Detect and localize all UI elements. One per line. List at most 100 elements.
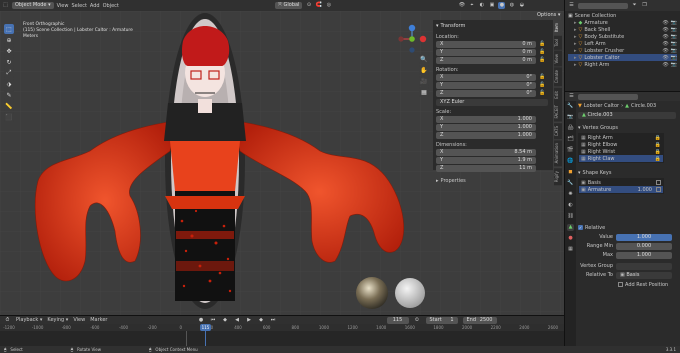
render-toggle-icon[interactable]: 📷 bbox=[671, 20, 677, 26]
measure-tool-icon[interactable]: 📏 bbox=[4, 101, 14, 111]
pivot-icon[interactable]: ⊙ bbox=[305, 2, 312, 9]
value-slider[interactable]: 1.000 bbox=[616, 233, 672, 241]
add-rest-position-checkbox[interactable] bbox=[618, 282, 623, 287]
tab-edit[interactable]: Edit bbox=[554, 87, 562, 102]
clock-icon[interactable]: ⏲ bbox=[414, 317, 421, 324]
object-tab-icon[interactable]: ◼ bbox=[567, 169, 574, 176]
shape-key-item[interactable]: ▣ Armature 1.000 bbox=[579, 186, 663, 193]
outliner-search[interactable] bbox=[578, 2, 628, 9]
menu-timeline-view[interactable]: View bbox=[73, 317, 85, 323]
editor-type-icon[interactable]: ⬚ bbox=[2, 2, 9, 9]
shape-keys-header[interactable]: ▾ Shape Keys bbox=[578, 169, 678, 176]
prev-key-icon[interactable]: ◆ bbox=[222, 317, 229, 324]
rotate-tool-icon[interactable]: ↻ bbox=[4, 57, 14, 67]
outliner-item[interactable]: ▸ ▽ Lobster Crusher 👁 📷 bbox=[568, 47, 677, 54]
select-tool-icon[interactable]: ⬚ bbox=[4, 24, 14, 34]
location-field-y[interactable]: Y 0 m bbox=[436, 49, 536, 56]
outliner-item[interactable]: ▸ ▽ Left Arm 👁 📷 bbox=[568, 40, 677, 47]
scale-field-x[interactable]: X 1.000 bbox=[436, 116, 536, 123]
timeline-editor-icon[interactable]: ⏱ bbox=[4, 317, 11, 324]
scale-field-y[interactable]: Y 1.000 bbox=[436, 124, 536, 131]
dimension-field-y[interactable]: Y 1.9 m bbox=[436, 157, 536, 164]
next-key-icon[interactable]: ◆ bbox=[258, 317, 265, 324]
vertex-group-item[interactable]: ▦ Right Arm 🔒 bbox=[579, 134, 663, 141]
visibility-icon[interactable]: 👁 bbox=[662, 20, 668, 26]
scale-tool-icon[interactable]: ⤢ bbox=[4, 68, 14, 78]
play-reverse-icon[interactable]: ◀ bbox=[234, 317, 241, 324]
lock-icon[interactable]: 🔒 bbox=[655, 135, 661, 141]
vertex-group-field[interactable] bbox=[616, 262, 672, 270]
menu-keying[interactable]: Keying ▾ bbox=[47, 317, 68, 323]
outliner-item[interactable]: ▸ ▽ Right Arm 👁 📷 bbox=[568, 61, 677, 68]
tab-create[interactable]: Create bbox=[554, 67, 562, 87]
rotation-field-y[interactable]: Y 0° bbox=[436, 82, 536, 89]
dimension-field-z[interactable]: Z 11 m bbox=[436, 165, 536, 172]
transform-tool-icon[interactable]: ⬗ bbox=[4, 79, 14, 89]
lock-icon[interactable]: 🔒 bbox=[655, 149, 661, 155]
location-field-x[interactable]: X 0 m bbox=[436, 41, 536, 48]
record-icon[interactable]: ● bbox=[198, 317, 205, 324]
menu-marker[interactable]: Marker bbox=[90, 317, 107, 323]
max-field[interactable]: 1.000 bbox=[616, 251, 672, 259]
shading-rendered-icon[interactable]: ◒ bbox=[518, 2, 525, 9]
shading-material-icon[interactable]: ◍ bbox=[508, 2, 515, 9]
view-layer-tab-icon[interactable]: 🗂 bbox=[567, 136, 574, 143]
menu-object[interactable]: Object bbox=[103, 3, 119, 9]
physics-tab-icon[interactable]: ◐ bbox=[567, 202, 574, 209]
tab-tool[interactable]: Tool bbox=[554, 36, 562, 50]
expand-icon[interactable]: ▸ bbox=[574, 41, 577, 47]
render-toggle-icon[interactable]: 📷 bbox=[671, 34, 677, 40]
expand-icon[interactable]: ▸ bbox=[574, 20, 577, 26]
visibility-icon[interactable]: 👁 bbox=[662, 55, 668, 61]
add-cube-tool-icon[interactable]: ⬛ bbox=[4, 112, 14, 122]
start-frame-field[interactable]: Start 1 bbox=[425, 316, 458, 324]
lock-icon[interactable]: 🔒 bbox=[655, 142, 661, 148]
visibility-icon[interactable]: 👁 bbox=[662, 62, 668, 68]
rotation-field-z[interactable]: Z 0° bbox=[436, 90, 536, 97]
vertex-groups-header[interactable]: ▾ Vertex Groups bbox=[578, 124, 678, 131]
jump-start-icon[interactable]: ⏮ bbox=[210, 317, 217, 324]
material-tab-icon[interactable]: ● bbox=[567, 235, 574, 242]
data-tab-icon[interactable]: ▲ bbox=[567, 224, 574, 231]
lock-icon[interactable]: 🔓 bbox=[539, 49, 546, 56]
zoom-icon[interactable]: 🔍 bbox=[419, 54, 429, 64]
cursor-tool-icon[interactable]: ⊕ bbox=[4, 35, 14, 45]
lock-icon[interactable]: 🔓 bbox=[539, 82, 546, 89]
expand-icon[interactable]: ▸ bbox=[574, 27, 577, 33]
tab-rigify[interactable]: Rigify bbox=[554, 167, 562, 185]
menu-add[interactable]: Add bbox=[90, 3, 100, 9]
render-toggle-icon[interactable]: 📷 bbox=[671, 27, 677, 33]
shading-solid-icon[interactable]: ● bbox=[498, 2, 506, 9]
play-icon[interactable]: ▶ bbox=[246, 317, 253, 324]
render-toggle-icon[interactable]: 📷 bbox=[671, 55, 677, 61]
particles-tab-icon[interactable]: ✺ bbox=[567, 191, 574, 198]
new-collection-icon[interactable]: ❐ bbox=[641, 2, 648, 9]
modifier-tab-icon[interactable]: 🔧 bbox=[567, 180, 574, 187]
timeline-area[interactable]: -1200-1000-800-600-400-20002004006008001… bbox=[0, 324, 564, 346]
location-field-z[interactable]: Z 0 m bbox=[436, 57, 536, 64]
current-frame-field[interactable]: 115 bbox=[386, 316, 409, 324]
menu-select[interactable]: Select bbox=[71, 3, 86, 9]
options-button[interactable]: Options ▾ bbox=[537, 12, 560, 18]
range-min-field[interactable]: 0.000 bbox=[616, 242, 672, 250]
overlay-icon[interactable]: ◐ bbox=[478, 2, 485, 9]
outliner-item[interactable]: ▸ ▽ Back Shell 👁 📷 bbox=[568, 26, 677, 33]
expand-icon[interactable]: ▸ bbox=[574, 34, 577, 40]
visibility-icon[interactable]: 👁 bbox=[662, 48, 668, 54]
render-toggle-icon[interactable]: 📷 bbox=[671, 48, 677, 54]
menu-view[interactable]: View bbox=[57, 3, 69, 9]
relative-checkbox[interactable]: ✓ bbox=[578, 225, 583, 230]
shape-key-checkbox[interactable] bbox=[656, 187, 661, 192]
outliner-item[interactable]: ▸ ▽ Lobster Caltor 👁 📷 bbox=[568, 54, 677, 61]
outliner-item[interactable]: ▸ ▽ Body Substitute 👁 📷 bbox=[568, 33, 677, 40]
pan-icon[interactable]: ✋ bbox=[419, 65, 429, 75]
tab-faceit[interactable]: FACEIT bbox=[554, 102, 562, 122]
visibility-icon[interactable]: 👁 bbox=[662, 34, 668, 40]
annotate-tool-icon[interactable]: ✎ bbox=[4, 90, 14, 100]
xray-icon[interactable]: ▣ bbox=[488, 2, 495, 9]
shape-key-checkbox[interactable] bbox=[656, 180, 661, 185]
properties-header[interactable]: ▸ Properties bbox=[436, 178, 550, 184]
lock-icon[interactable]: 🔓 bbox=[539, 90, 546, 97]
rotation-mode-dropdown[interactable]: XYZ Euler bbox=[436, 99, 548, 106]
tab-animation[interactable]: Animation bbox=[554, 140, 562, 167]
